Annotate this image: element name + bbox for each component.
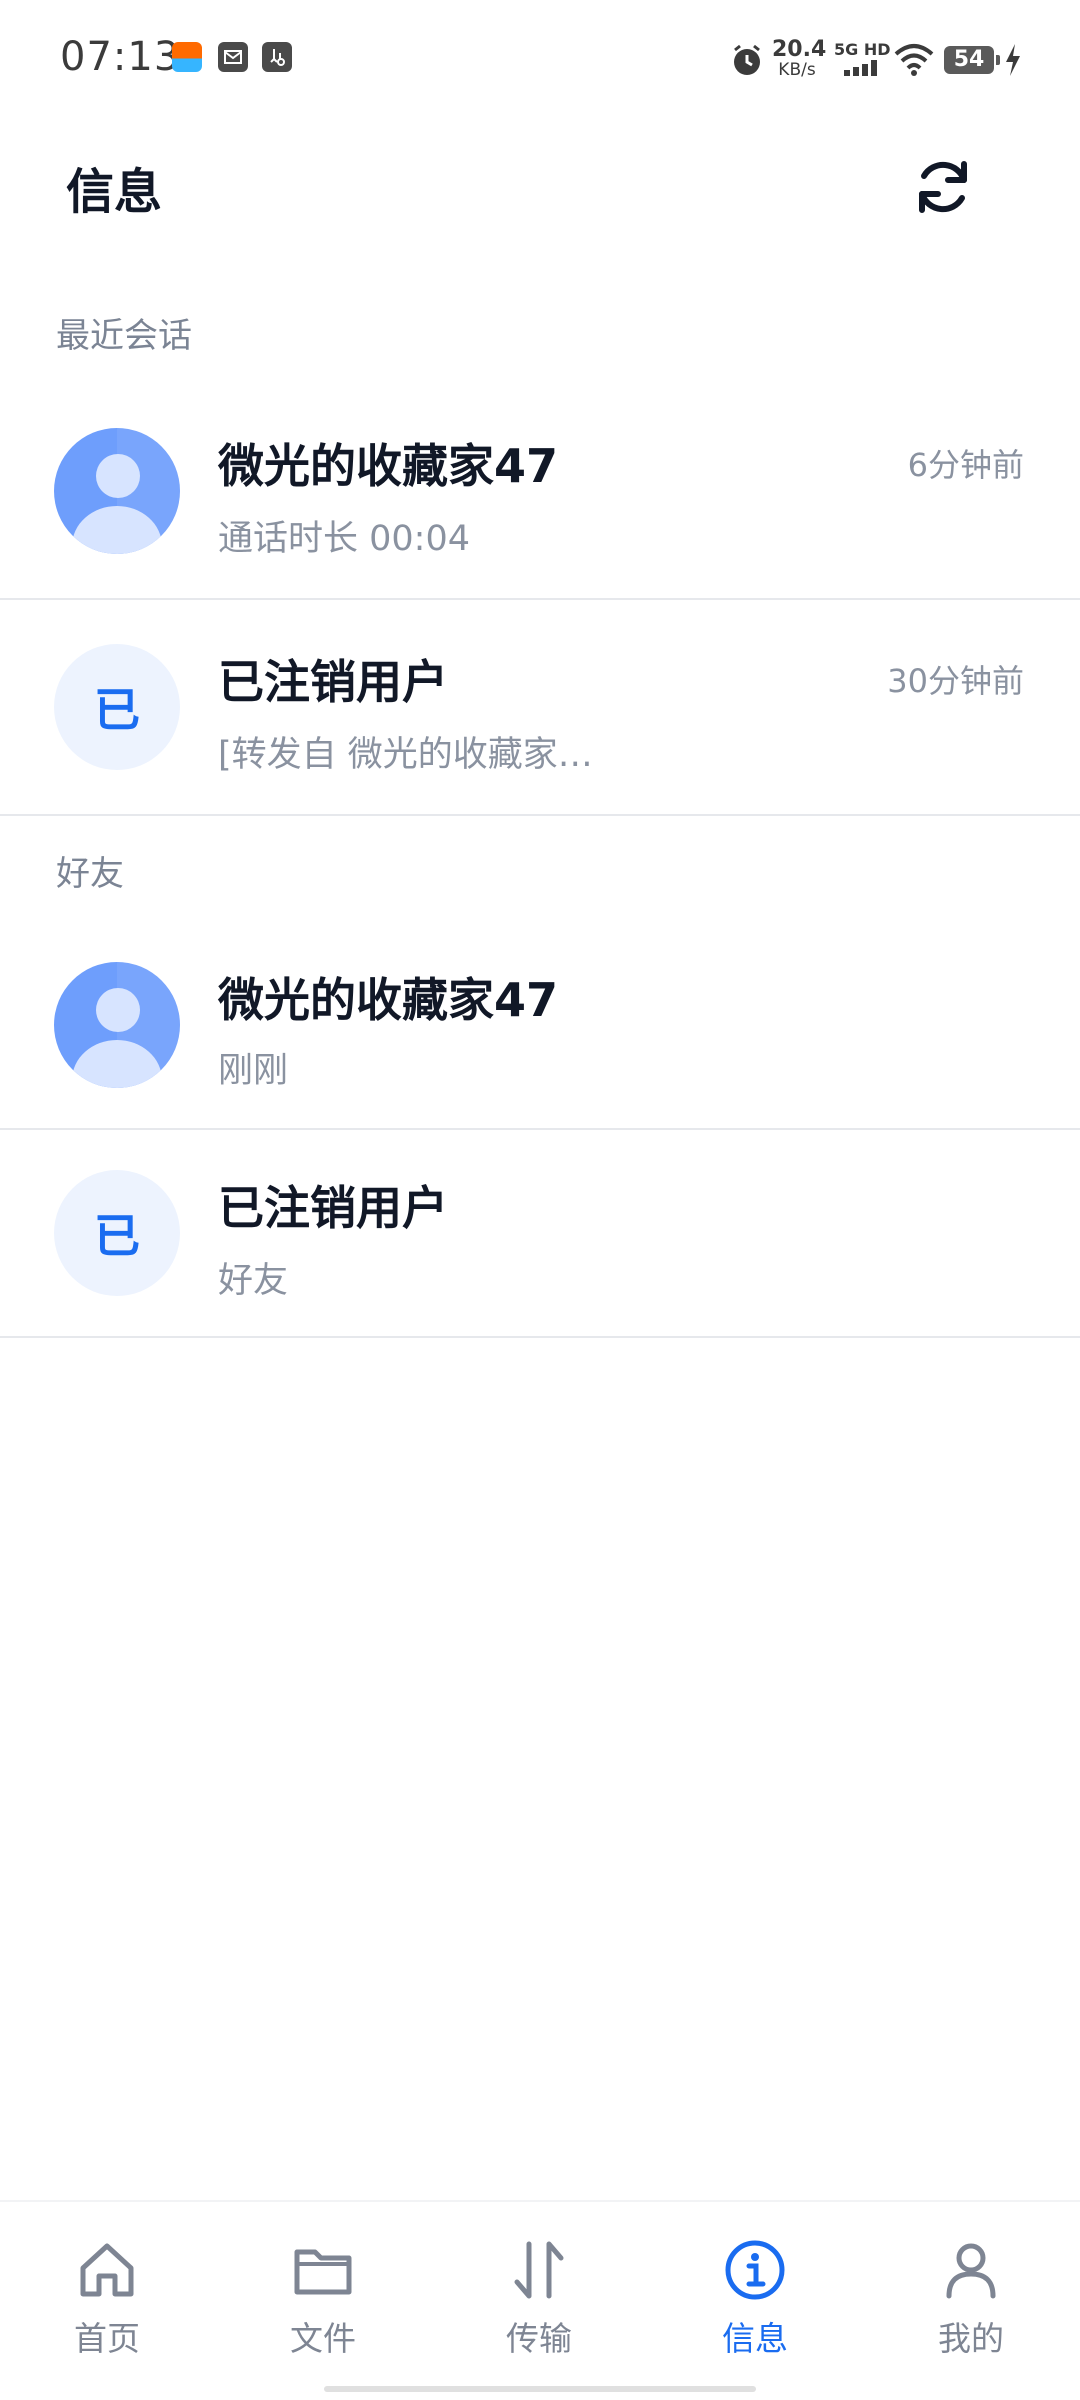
recent-item-subtitle: 通话时长 00:04 (218, 519, 470, 559)
mail-icon (218, 42, 248, 72)
recent-item-time: 30分钟前 (887, 662, 1024, 700)
alarm-icon (734, 44, 760, 75)
recent-item-2[interactable]: 已 已注销用户 [转发自 微光的收藏家… 30分钟前 (0, 600, 1080, 816)
friend-item-1[interactable]: 微光的收藏家47 刚刚 (0, 918, 1080, 1130)
page-title: 信息 (66, 164, 163, 220)
home-indicator[interactable] (324, 2386, 756, 2392)
nav-home-label: 首页 (74, 2319, 140, 2358)
net-speed-value: 20.4 (772, 37, 827, 62)
nav-transfer[interactable]: 传输 (464, 2238, 614, 2378)
nav-transfer-label: 传输 (506, 2319, 572, 2358)
recent-item-name: 已注销用户 (218, 655, 448, 709)
section-friends-label: 好友 (56, 854, 124, 894)
letter-avatar: 已 (54, 1170, 180, 1296)
refresh-icon (919, 161, 967, 213)
network-type: 5G HD (834, 40, 891, 59)
friend-item-name: 已注销用户 (218, 1181, 448, 1235)
charging-icon (1006, 44, 1020, 76)
status-bar: 07:13 20.4 KB/s 5G HD 54 (0, 0, 1080, 120)
profile-icon (946, 2243, 996, 2299)
info-icon (725, 2240, 785, 2300)
status-time: 07:13 (60, 34, 181, 80)
user-avatar (54, 428, 180, 554)
nav-files-label: 文件 (290, 2319, 356, 2358)
transfer-icon (514, 2241, 564, 2299)
refresh-button[interactable] (908, 152, 978, 222)
wifi-icon (894, 44, 934, 76)
usb-debug-icon (262, 42, 292, 72)
folder-icon (294, 2249, 352, 2295)
nav-profile-label: 我的 (938, 2319, 1004, 2358)
home-icon (80, 2243, 134, 2297)
taobao-app-icon (172, 42, 202, 72)
bottom-nav: 首页 文件 传输 信息 我的 (0, 2200, 1080, 2400)
friend-item-subtitle: 刚刚 (218, 1051, 289, 1091)
recent-item-name: 微光的收藏家47 (218, 439, 559, 493)
messages-page: 07:13 20.4 KB/s 5G HD 54 信息 最近会话 微光的收藏家4… (0, 0, 1080, 2400)
net-speed: 20.4 KB/s (772, 37, 827, 81)
signal-icon (844, 60, 877, 76)
battery-level: 54 (944, 46, 1000, 74)
user-avatar (54, 962, 180, 1088)
recent-item-time: 6分钟前 (907, 446, 1024, 484)
section-recent-label: 最近会话 (56, 316, 192, 356)
nav-profile[interactable]: 我的 (896, 2238, 1046, 2378)
nav-files[interactable]: 文件 (248, 2238, 398, 2378)
friend-item-name: 微光的收藏家47 (218, 973, 559, 1027)
recent-item-subtitle: [转发自 微光的收藏家… (218, 735, 593, 775)
friend-item-2[interactable]: 已 已注销用户 好友 (0, 1130, 1080, 1338)
nav-messages[interactable]: 信息 (680, 2238, 830, 2378)
nav-messages-label: 信息 (722, 2319, 788, 2358)
recent-item-1[interactable]: 微光的收藏家47 通话时长 00:04 6分钟前 (0, 380, 1080, 600)
letter-avatar: 已 (54, 644, 180, 770)
net-speed-unit: KB/s (778, 60, 816, 80)
nav-home[interactable]: 首页 (32, 2238, 182, 2378)
friend-item-subtitle: 好友 (218, 1261, 289, 1301)
